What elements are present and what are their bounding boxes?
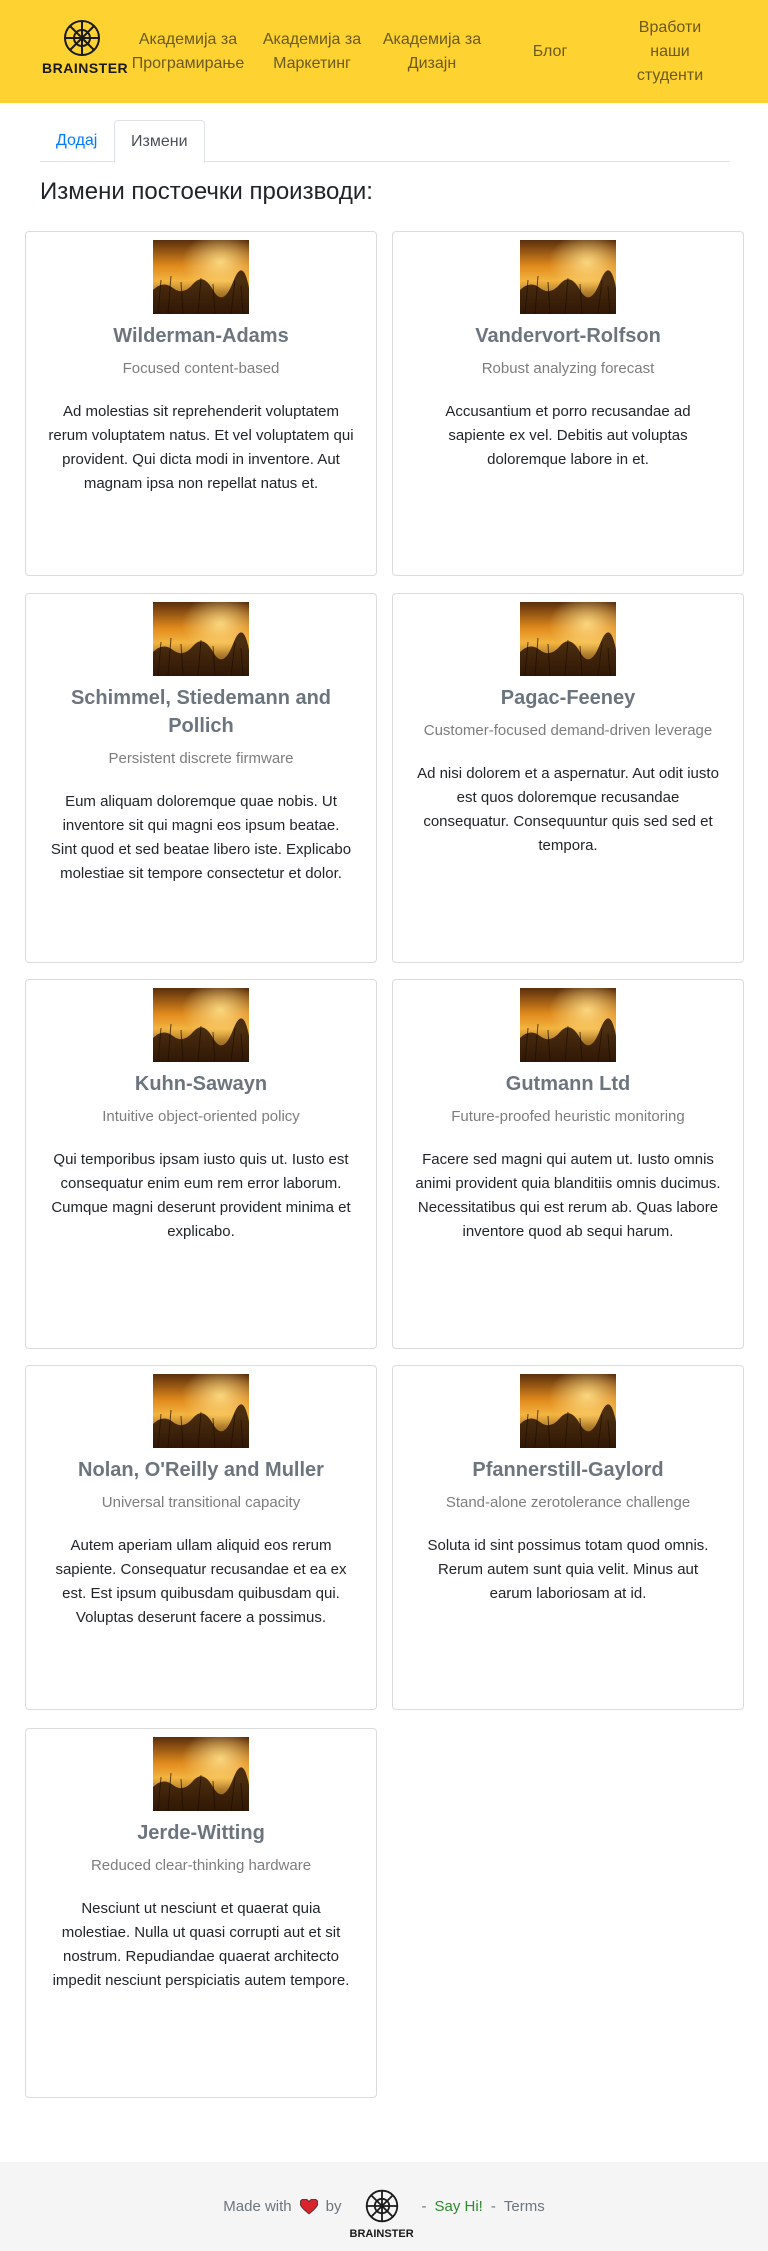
nav-label: Академија за [262, 30, 362, 48]
product-description: Autem aperiam ullam aliquid eos rerum sa… [55, 1537, 347, 1626]
by-text: by [325, 2198, 342, 2215]
nav-label: Академија за [138, 30, 238, 48]
product-subtitle: Stand-alone zerotolerance challenge [445, 1494, 691, 1511]
product-title: Pfannerstill-Gaylord [472, 1459, 664, 1481]
product-image [153, 240, 249, 314]
product-card[interactable]: Gutmann Ltd Future-proofed heuristic moni… [392, 979, 744, 1349]
terms-link[interactable]: Terms [504, 2198, 545, 2215]
product-subtitle: Persistent discrete firmware [108, 750, 294, 767]
product-image [153, 1374, 249, 1448]
heart-icon [299, 2198, 318, 2215]
product-subtitle: Customer-focused demand-driven leverage [423, 722, 713, 739]
product-title: Kuhn-Sawayn [134, 1073, 268, 1095]
site-footer: Made with by BRAINSTER - Say Hi! - Terms [0, 2162, 768, 2251]
product-card[interactable]: Schimmel, Stiedemann and Pollich Persiste… [25, 593, 377, 963]
site-header: BRAINSTER Академија за Програмирање Акаде… [0, 0, 768, 103]
footer-logo-text: BRAINSTER [349, 2227, 414, 2240]
product-image [153, 1737, 249, 1811]
product-subtitle: Robust analyzing forecast [481, 360, 655, 377]
product-image [520, 988, 616, 1062]
nav-hire-students[interactable]: Вработи наши студенти [610, 0, 730, 103]
nav-label: Маркетинг [273, 54, 351, 72]
product-description: Ad molestias sit reprehenderit voluptate… [48, 403, 354, 492]
product-subtitle: Intuitive object-oriented policy [102, 1108, 300, 1125]
nav-label: Академија за [382, 30, 482, 48]
nav-label: Блог [532, 42, 568, 60]
separator: - [490, 2198, 496, 2215]
product-subtitle: Future-proofed heuristic monitoring [451, 1108, 685, 1125]
product-subtitle: Reduced clear-thinking hardware [90, 1857, 312, 1874]
nav-design-academy[interactable]: Академија за Дизајн [372, 0, 492, 103]
product-card[interactable]: Pfannerstill-Gaylord Stand-alone zerotole… [392, 1365, 744, 1710]
product-subtitle: Focused content-based [122, 360, 280, 377]
product-card[interactable]: Jerde-Witting Reduced clear-thinking hard… [25, 1728, 377, 2098]
nav-label: наши [650, 42, 690, 60]
product-title: Jerde-Witting [137, 1822, 265, 1844]
product-card[interactable]: Vandervort-Rolfson Robust analyzing forec… [392, 231, 744, 576]
nav-label: студенти [636, 66, 704, 84]
nav-label: Програмирање [131, 54, 245, 72]
product-image [153, 988, 249, 1062]
product-description: Soluta id sint possimus totam quod omnis… [427, 1537, 709, 1602]
product-image [520, 602, 616, 676]
product-card[interactable]: Kuhn-Sawayn Intuitive object-oriented pol… [25, 979, 377, 1349]
logo-text: BRAINSTER [42, 60, 129, 76]
tab-bar: Додај Измени [40, 120, 730, 163]
product-description: Qui temporibus ipsam iusto quis ut. Iust… [51, 1151, 351, 1240]
page-title: Измени постоечки производи: [40, 178, 373, 205]
product-title: Pagac-Feeney [500, 687, 636, 709]
product-title: Wilderman-Adams [113, 325, 289, 347]
product-description: Eum aliquam doloremque quae nobis. Ut in… [50, 793, 352, 882]
product-image [520, 240, 616, 314]
product-description: Accusantium et porro recusandae ad sapie… [445, 403, 691, 468]
separator: - [421, 2198, 427, 2215]
product-description: Ad nisi dolorem et a aspernatur. Aut odi… [417, 765, 719, 854]
tab-edit[interactable]: Измени [114, 120, 205, 163]
product-title: Vandervort-Rolfson [475, 325, 661, 347]
product-card[interactable]: Wilderman-Adams Focused content-based Ad m… [25, 231, 377, 576]
product-card[interactable]: Pagac-Feeney Customer-focused demand-driv… [392, 593, 744, 963]
nav-label: Вработи [638, 18, 702, 36]
nav-blog[interactable]: Блог [510, 0, 590, 103]
nav-programming-academy[interactable]: Академија за Програмирање [128, 0, 248, 103]
brain-icon [64, 20, 100, 56]
tab-add[interactable]: Додај [40, 120, 113, 162]
made-with-text: Made with [223, 2198, 292, 2215]
product-description: Nesciunt ut nesciunt et quaerat quia mol… [52, 1900, 350, 1989]
footer-logo[interactable]: BRAINSTER [350, 2188, 414, 2240]
product-title: Schimmel, Stiedemann and Pollich [70, 687, 332, 737]
nav-marketing-academy[interactable]: Академија за Маркетинг [252, 0, 372, 103]
product-card[interactable]: Nolan, O'Reilly and Muller Universal tran… [25, 1365, 377, 1710]
nav-label: Дизајн [407, 54, 457, 72]
product-title: Nolan, O'Reilly and Muller [78, 1459, 324, 1481]
product-description: Facere sed magni qui autem ut. Iusto omn… [415, 1151, 721, 1240]
brainster-logo[interactable]: BRAINSTER [42, 18, 129, 82]
brain-icon [365, 2189, 398, 2222]
product-title: Gutmann Ltd [505, 1073, 631, 1095]
say-hi-link[interactable]: Say Hi! [435, 2198, 483, 2215]
product-image [153, 602, 249, 676]
product-subtitle: Universal transitional capacity [101, 1494, 301, 1511]
product-image [520, 1374, 616, 1448]
